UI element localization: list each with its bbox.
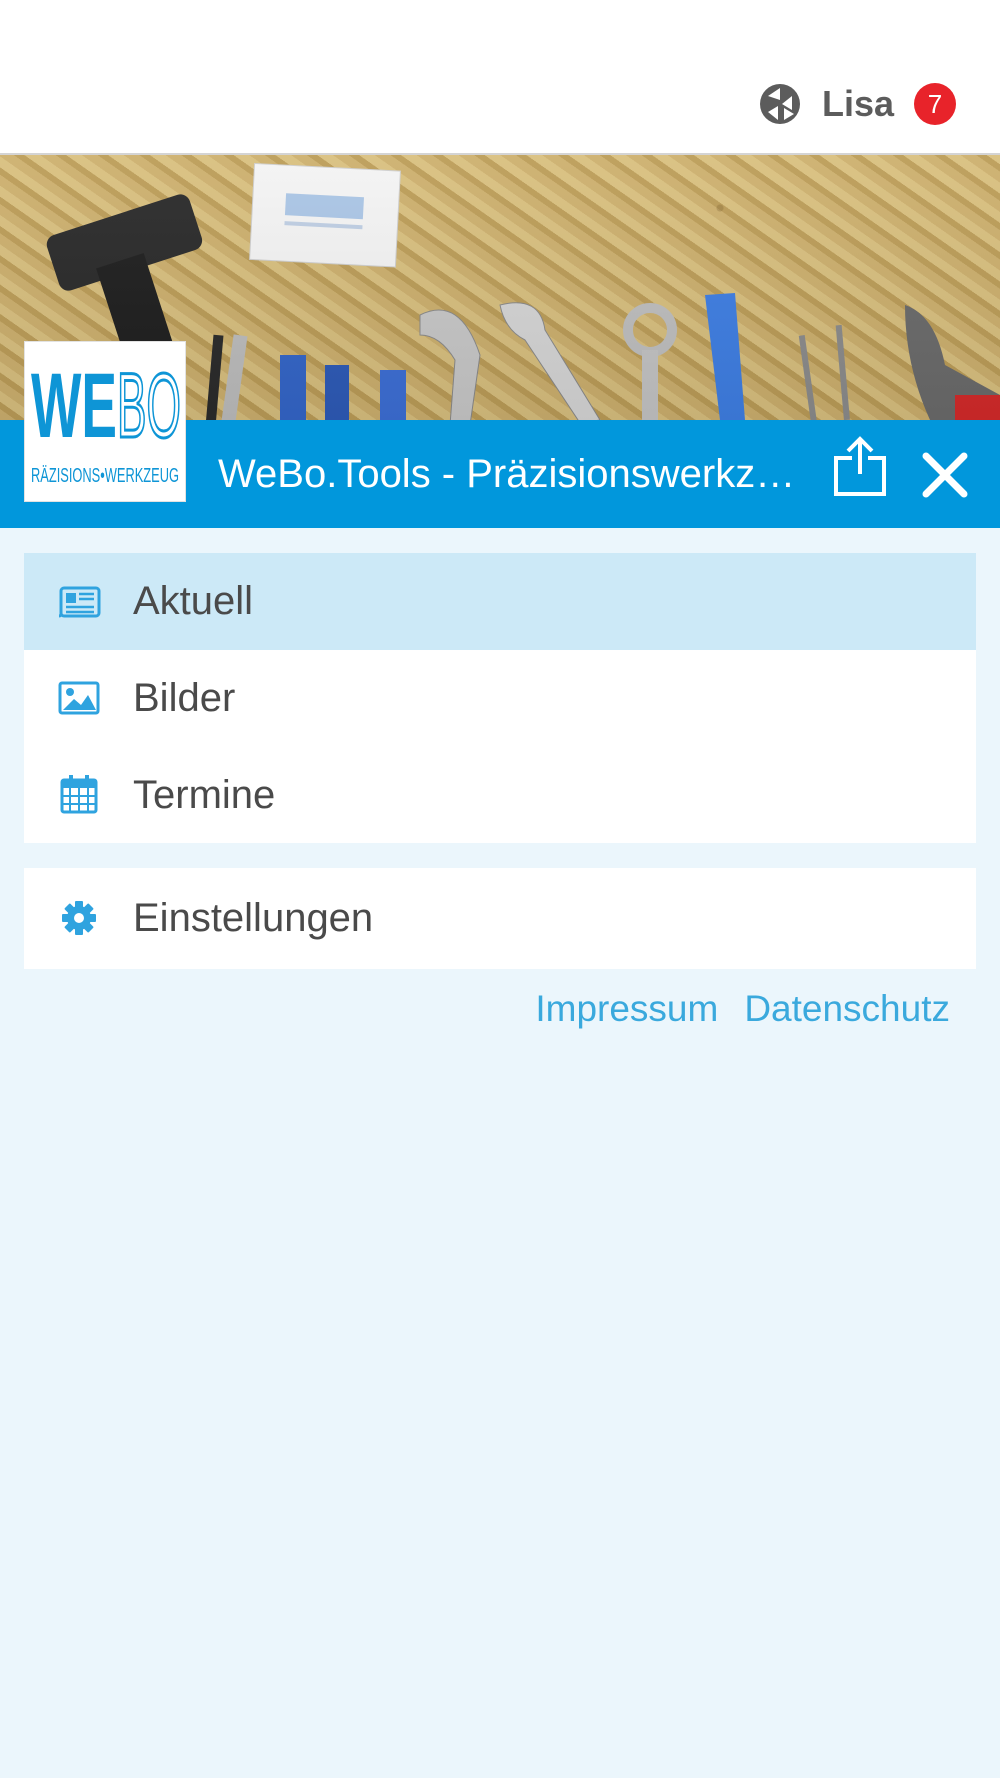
impressum-link[interactable]: Impressum bbox=[535, 988, 718, 1038]
gear-icon bbox=[62, 901, 96, 935]
menu-item-bilder[interactable]: Bilder bbox=[24, 650, 976, 747]
settings-menu: Einstellungen bbox=[24, 868, 976, 969]
notification-badge[interactable]: 7 bbox=[914, 83, 956, 125]
menu-item-einstellungen[interactable]: Einstellungen bbox=[24, 870, 976, 967]
network-globe-icon bbox=[759, 84, 800, 124]
svg-text:BO: BO bbox=[117, 355, 181, 457]
menu-label-termine: Termine bbox=[133, 773, 276, 817]
newspaper-icon bbox=[58, 586, 101, 618]
menu-item-aktuell[interactable]: Aktuell bbox=[24, 553, 976, 650]
menu-label-bilder: Bilder bbox=[133, 676, 236, 720]
svg-text:WE: WE bbox=[31, 355, 117, 457]
datenschutz-link[interactable]: Datenschutz bbox=[744, 988, 950, 1038]
nav-menu: Aktuell Bilder Termine bbox=[24, 553, 976, 843]
menu-label-einstellungen: Einstellungen bbox=[133, 896, 374, 940]
page-title: WeBo.Tools - Präzisionswerkzeug bbox=[218, 452, 808, 496]
menu-item-termine[interactable]: Termine bbox=[24, 747, 976, 844]
user-name: Lisa bbox=[821, 83, 894, 124]
webo-logo-graphic: WE BO RÄZISIONS•WERKZEUG bbox=[31, 354, 183, 488]
calendar-icon bbox=[60, 775, 98, 814]
webo-logo: WE BO RÄZISIONS•WERKZEUG bbox=[24, 341, 186, 502]
user-menu[interactable]: Lisa 7 bbox=[758, 80, 956, 128]
logo-subtext: RÄZISIONS•WERKZEUG bbox=[31, 465, 179, 487]
footer-links: Impressum Datenschutz bbox=[535, 988, 950, 1038]
menu-label-aktuell: Aktuell bbox=[133, 579, 254, 623]
top-bar: Lisa 7 bbox=[0, 0, 1000, 155]
image-icon bbox=[58, 681, 100, 715]
close-icon[interactable] bbox=[922, 452, 968, 498]
share-icon[interactable] bbox=[832, 436, 888, 498]
